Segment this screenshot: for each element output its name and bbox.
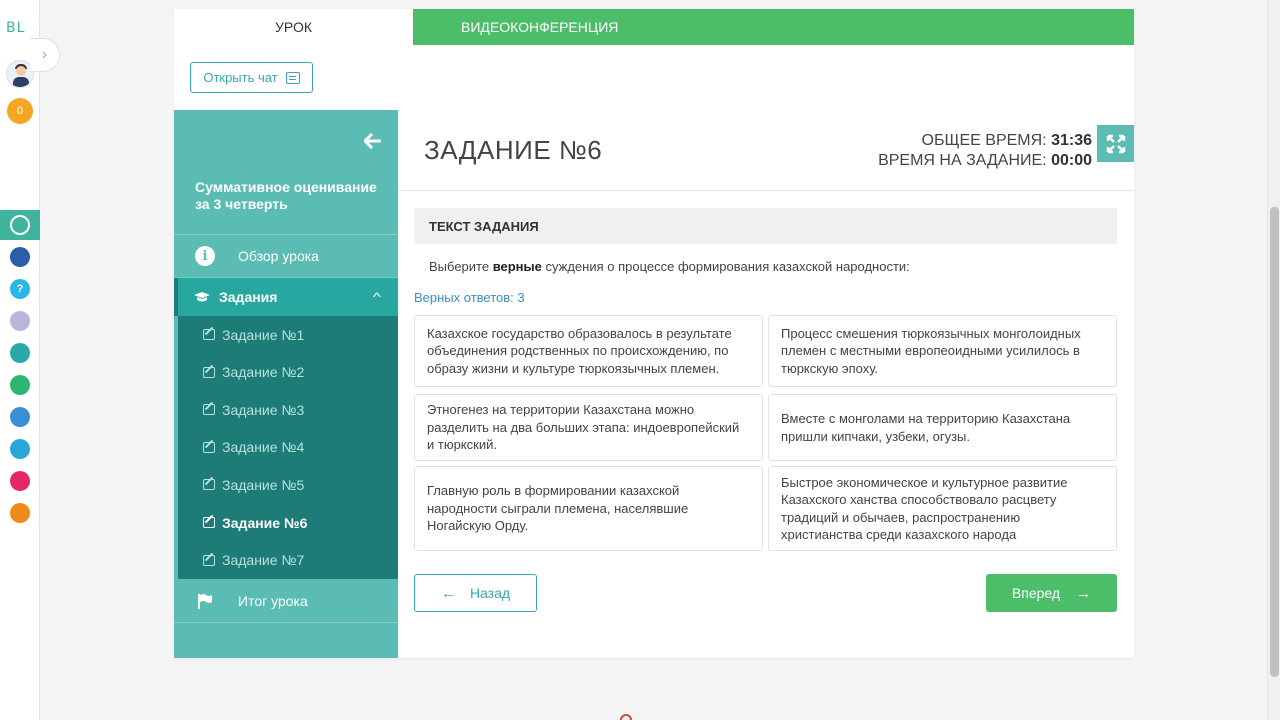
footer-counter [620, 712, 690, 720]
avatar-head [16, 66, 26, 76]
answer-option[interactable]: Главную роль в формировании казахской на… [414, 466, 763, 551]
fullscreen-button[interactable] [1097, 125, 1134, 162]
flag-icon [198, 593, 212, 609]
back-button[interactable]: ← Назад [414, 574, 537, 612]
chevron-right-icon: › [41, 46, 48, 63]
question-text-start: Выберите [429, 259, 493, 274]
divider [398, 190, 1134, 191]
total-time-value: 31:36 [1051, 132, 1092, 149]
task-question: Выберите верные суждения о процессе форм… [429, 259, 910, 274]
tab-lesson[interactable]: УРОК [174, 9, 413, 45]
lesson-sidebar: Суммативное оценивание за 3 четверть i О… [174, 110, 398, 658]
checklist-icon[interactable] [10, 439, 30, 459]
sidebar-item-task-1[interactable]: Задание №1 [178, 316, 398, 353]
sidebar-item-label: Обзор урока [238, 248, 319, 264]
smart-icon[interactable] [10, 247, 30, 267]
question-text-end: суждения о процессе формирования казахск… [541, 259, 910, 274]
timers: ОБЩЕЕ ВРЕМЯ: 31:36 ВРЕМЯ НА ЗАДАНИЕ: 00:… [878, 131, 1092, 171]
orange-app-icon[interactable] [10, 503, 30, 523]
sidebar-item-label: Задание №3 [222, 401, 305, 418]
scrollbar-thumb[interactable] [1270, 207, 1279, 677]
bilim-land-icon[interactable] [10, 375, 30, 395]
help-icon[interactable]: ? [10, 279, 30, 299]
total-time: ОБЩЕЕ ВРЕМЯ: 31:36 [878, 131, 1092, 151]
edit-icon [203, 517, 215, 528]
back-arrow-icon[interactable] [362, 132, 382, 155]
app-active-icon[interactable] [10, 215, 30, 235]
points-badge[interactable]: 0 [7, 98, 33, 124]
sidebar-item-task-2[interactable]: Задание №2 [178, 354, 398, 391]
edit-icon [203, 441, 215, 453]
open-chat-label: Открыть чат [203, 70, 278, 85]
edit-icon [203, 554, 215, 566]
bilim-book-icon[interactable] [10, 407, 30, 427]
edit-icon [203, 404, 215, 416]
task-text-header: ТЕКСТ ЗАДАНИЯ [414, 208, 1117, 244]
question-text-bold: верные [492, 259, 542, 274]
answer-option[interactable]: Вместе с монголами на территорию Казахст… [768, 394, 1117, 461]
sidebar-item-task-4[interactable]: Задание №4 [178, 429, 398, 466]
next-label: Вперед [1011, 585, 1061, 601]
edit-icon [203, 366, 215, 378]
sidebar-item-label: Задание №5 [222, 476, 305, 493]
sidebar-item-task-3[interactable]: Задание №3 [178, 391, 398, 428]
expand-icon [1106, 134, 1125, 153]
task-time-label: ВРЕМЯ НА ЗАДАНИЕ: [878, 152, 1047, 169]
back-label: Назад [469, 585, 511, 601]
task-title: ЗАДАНИЕ №6 [424, 135, 603, 165]
graduation-cap-icon [194, 292, 210, 302]
sidebar-item-label: Задание №1 [222, 326, 305, 343]
sidebar-item-tasks[interactable]: Задания ^ [174, 278, 398, 316]
answer-option[interactable]: Быстрое экономическое и культурное разви… [768, 466, 1117, 551]
answer-option[interactable]: Этногенез на территории Казахстана можно… [414, 394, 763, 461]
expand-rail-button[interactable]: › [30, 38, 60, 72]
sidebar-item-label: Задания [219, 289, 278, 305]
lesson-card: УРОК ВИДЕОКОНФЕРЕНЦИЯ Открыть чат Суммат… [174, 9, 1134, 658]
chat-icon [285, 71, 300, 84]
edit-icon [203, 479, 215, 491]
bilim-app-icon[interactable] [10, 343, 30, 363]
card-icon[interactable] [10, 311, 30, 331]
sidebar-item-label: Итог урока [238, 592, 308, 609]
sidebar-item-label: Задание №4 [222, 439, 305, 456]
sidebar-item-task-7[interactable]: Задание №7 [178, 542, 398, 579]
sidebar-item-label: Задание №2 [222, 364, 305, 381]
lesson-title: Суммативное оценивание за 3 четверть [195, 179, 377, 212]
correct-answers-count: Верных ответов: 3 [414, 290, 525, 305]
avatar-suit [13, 77, 29, 87]
bl-logo[interactable]: BL [6, 20, 25, 36]
sidebar-item-result[interactable]: Итог урока [174, 579, 398, 623]
sidebar-item-task-5[interactable]: Задание №5 [178, 466, 398, 503]
counter-logo-icon [620, 714, 632, 720]
total-time-label: ОБЩЕЕ ВРЕМЯ: [921, 132, 1047, 149]
tab-bar: УРОК ВИДЕОКОНФЕРЕНЦИЯ [174, 9, 1134, 45]
chevron-up-icon: ^ [373, 290, 382, 304]
arrow-right-icon: → [1076, 584, 1092, 602]
left-rail: BL 0 ? [0, 0, 40, 720]
tab-videoconference[interactable]: ВИДЕОКОНФЕРЕНЦИЯ [461, 9, 618, 45]
sidebar-item-task-6[interactable]: Задание №6 [178, 504, 398, 541]
edit-icon [203, 329, 215, 340]
task-content: ЗАДАНИЕ №6 ОБЩЕЕ ВРЕМЯ: 31:36 ВРЕМЯ НА З… [398, 110, 1134, 658]
twig-icon[interactable] [10, 471, 30, 491]
sidebar-item-overview[interactable]: i Обзор урока [174, 234, 398, 278]
open-chat-button[interactable]: Открыть чат [190, 62, 313, 93]
sidebar-item-label: Задание №6 [222, 514, 308, 531]
answer-option[interactable]: Казахское государство образовалось в рез… [414, 315, 763, 387]
page-scrollbar[interactable] [1267, 0, 1280, 720]
info-icon: i [195, 246, 215, 266]
task-list: Задание №1 Задание №2 Задание №3 Задание №4… [178, 316, 398, 579]
next-button[interactable]: Вперед → [986, 574, 1117, 612]
arrow-left-icon: ← [440, 584, 456, 602]
answer-option[interactable]: Процесс смешения тюркоязычных монголоидн… [768, 315, 1117, 387]
task-time-value: 00:00 [1051, 152, 1092, 169]
sidebar-item-label: Задание №7 [222, 552, 305, 569]
task-time: ВРЕМЯ НА ЗАДАНИЕ: 00:00 [878, 151, 1092, 171]
